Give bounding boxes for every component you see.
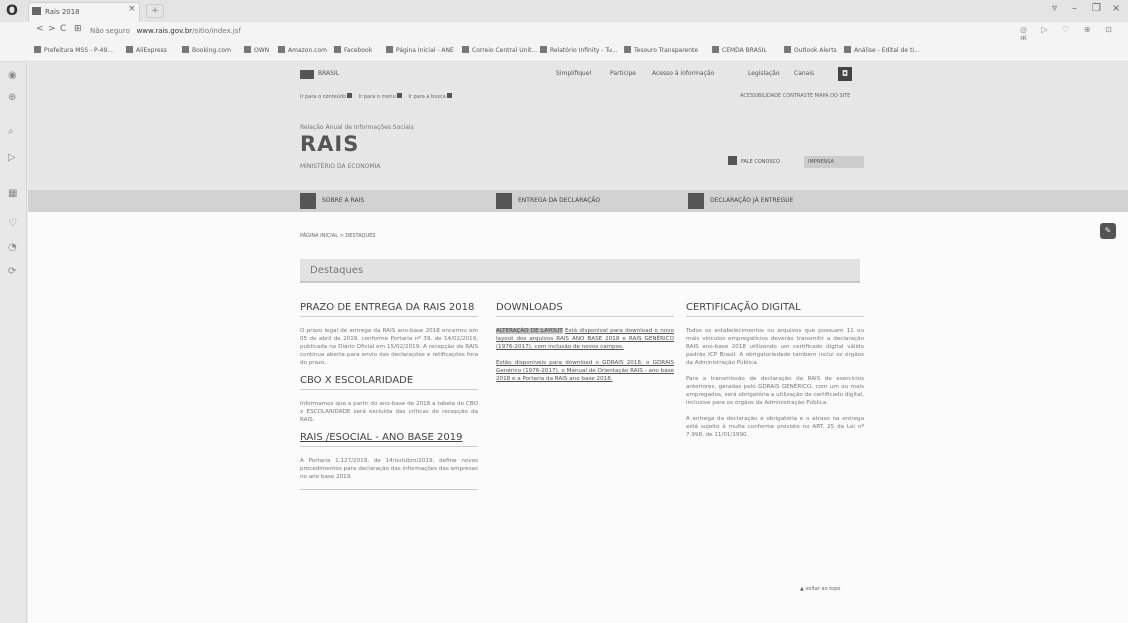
bookmark-item[interactable]: OWN [244, 46, 269, 54]
skip-to-content-link[interactable]: Ir para o conteúdo [300, 94, 346, 100]
maximize-icon[interactable]: ❐ [1092, 3, 1101, 14]
url-path: /sitio/index.jsf [192, 27, 241, 35]
opera-logo-icon[interactable]: O [6, 3, 22, 19]
search-icon[interactable]: ⌕ [8, 126, 14, 137]
menu-sobre-rais[interactable]: SOBRE A RAIS [300, 193, 364, 209]
player-icon[interactable]: ▷ [8, 152, 16, 163]
accessibility-links: Ir para o conteúdo Ir para o menu Ir par… [300, 93, 457, 100]
security-label: Não seguro [90, 27, 130, 35]
section-text: Para a transmissão de declaração da RAIS… [686, 376, 864, 406]
section-heading-link[interactable]: RAIS /ESOCIAL - ANO BASE 2019 [300, 432, 478, 447]
column-downloads: DOWNLOADS ALTERAÇÃO DE LAYOUT Está dispo… [496, 302, 674, 391]
clock-icon[interactable]: ◔ [8, 242, 17, 253]
section-heading: DOWNLOADS [496, 302, 674, 317]
tab-menu-icon[interactable]: ▿ [1052, 3, 1057, 14]
gov-link-simplifique[interactable]: Simplifique! [556, 70, 592, 77]
forward-icon[interactable]: > [48, 24, 56, 34]
close-window-icon[interactable]: × [1112, 3, 1120, 14]
ministry-label: MINISTÉRIO DA ECONOMIA [300, 163, 381, 170]
chat-icon [728, 156, 737, 165]
bookmark-item[interactable]: CEMDA BRASIL [712, 46, 767, 54]
back-icon[interactable]: < [36, 24, 44, 34]
highlight-label: ALTERAÇÃO DE LAYOUT [496, 328, 563, 334]
section-text: A Portaria 1.127/2019, de 14/outubro/201… [300, 458, 478, 480]
browser-tab[interactable]: Rais 2018 [28, 2, 140, 22]
browser-sidebar [0, 62, 27, 623]
history-icon[interactable]: ⟳ [8, 266, 16, 277]
column-prazo: PRAZO DE ENTREGA DA RAIS 2018 O prazo le… [300, 302, 478, 490]
tab-favicon-icon [32, 7, 41, 15]
section-text[interactable]: Estão disponíveis para download o GDRAIS… [496, 359, 674, 383]
divider [300, 489, 478, 490]
back-to-top-link[interactable]: ▲ voltar ao topo [800, 586, 840, 592]
info-icon [300, 193, 316, 209]
column-certificacao: CERTIFICAÇÃO DIGITAL Todos os estabeleci… [686, 302, 864, 447]
section-text: O prazo legal de entrega da RAIS ano-bas… [300, 328, 478, 366]
bookmark-item[interactable]: Facebook [334, 46, 372, 54]
section-heading: CBO X ESCOLARIDADE [300, 375, 478, 390]
section-heading: PRAZO DE ENTREGA DA RAIS 2018 [300, 302, 478, 317]
destaques-heading: Destaques [300, 259, 860, 283]
section-text: A entrega da declaração é obrigatória e … [686, 416, 864, 438]
check-icon [688, 193, 704, 209]
menu-declaracao-entregue[interactable]: DECLARAÇÃO JÁ ENTREGUE [688, 193, 793, 209]
gov-link-legislacao[interactable]: Legislação [748, 70, 780, 77]
bookmark-item[interactable]: AliExpress [126, 46, 167, 54]
page-title[interactable]: RAIS [300, 132, 359, 156]
brasil-flag-icon [300, 70, 314, 79]
section-text: Informamos que a partir do ano-base de 2… [300, 401, 478, 423]
apps-icon[interactable]: ▦ [8, 188, 17, 199]
new-tab-button[interactable]: + [146, 4, 164, 18]
bookmark-item[interactable]: Análise - Edital de ti... [844, 46, 920, 54]
imprensa-button[interactable]: IMPRENSA [804, 156, 864, 168]
section-text: ALTERAÇÃO DE LAYOUT Está disponível para… [496, 327, 674, 351]
reload-icon[interactable]: C [60, 24, 66, 34]
bookmark-item[interactable]: Correio Central Unit... [462, 46, 537, 54]
gov-link-participe[interactable]: Participe [610, 70, 636, 77]
bookmark-item[interactable]: Página Inicial - ANE [386, 46, 454, 54]
upload-icon [496, 193, 512, 209]
section-text: Todos os estabelecimentos ou arquivos qu… [686, 328, 864, 366]
brasil-link[interactable]: BRASIL [318, 70, 339, 77]
messenger-icon[interactable]: ◉ [8, 70, 17, 81]
browser-tab-bar [0, 0, 1128, 22]
menu-entrega-declaracao[interactable]: ENTREGA DA DECLARAÇÃO [496, 193, 600, 209]
fale-conosco-button[interactable]: FALE CONOSCO [728, 156, 798, 168]
bookmark-item[interactable]: Tesouro Transparente [624, 46, 698, 54]
bookmark-item[interactable]: Amazon.com [278, 46, 327, 54]
bookmark-item[interactable]: Outlook Alerts [784, 46, 837, 54]
heart-icon[interactable]: ♡ [8, 218, 17, 229]
url-field[interactable]: Não seguro www.rais.gov.br/sitio/index.j… [90, 24, 610, 38]
minimize-icon[interactable]: – [1072, 3, 1077, 14]
floating-action-icon[interactable]: ✎ [1100, 223, 1116, 239]
section-heading: CERTIFICAÇÃO DIGITAL [686, 302, 864, 317]
url-domain: www.rais.gov.br [136, 27, 193, 35]
gov-link-acesso[interactable]: Acesso à informação [652, 70, 714, 77]
tab-close-icon[interactable]: × [128, 4, 136, 14]
bookmark-item[interactable]: Booking.com [182, 46, 231, 54]
gov-menu-icon[interactable]: ◘ [838, 67, 852, 81]
site-subtitle: Relação Anual de Informações Sociais [300, 124, 414, 131]
tab-title: Rais 2018 [45, 8, 80, 16]
accessibility-options[interactable]: ACESSIBILIDADE CONTRASTE MAPA DO SITE [740, 93, 850, 99]
gov-link-canais[interactable]: Canais [794, 70, 814, 77]
bookmark-item[interactable]: Prefeitura MSS - P-49... [34, 46, 113, 54]
speed-dial-icon[interactable]: ⊞ [74, 24, 82, 34]
bookmark-item[interactable]: Relatório Infinity - Tu... [540, 46, 618, 54]
breadcrumb[interactable]: PÁGINA INICIAL > DESTAQUES [300, 233, 375, 239]
skip-to-search-link[interactable]: Ir para a busca [408, 94, 445, 100]
skip-to-menu-link[interactable]: Ir para o menu [359, 94, 396, 100]
whatsapp-icon[interactable]: ⊕ [8, 92, 16, 103]
